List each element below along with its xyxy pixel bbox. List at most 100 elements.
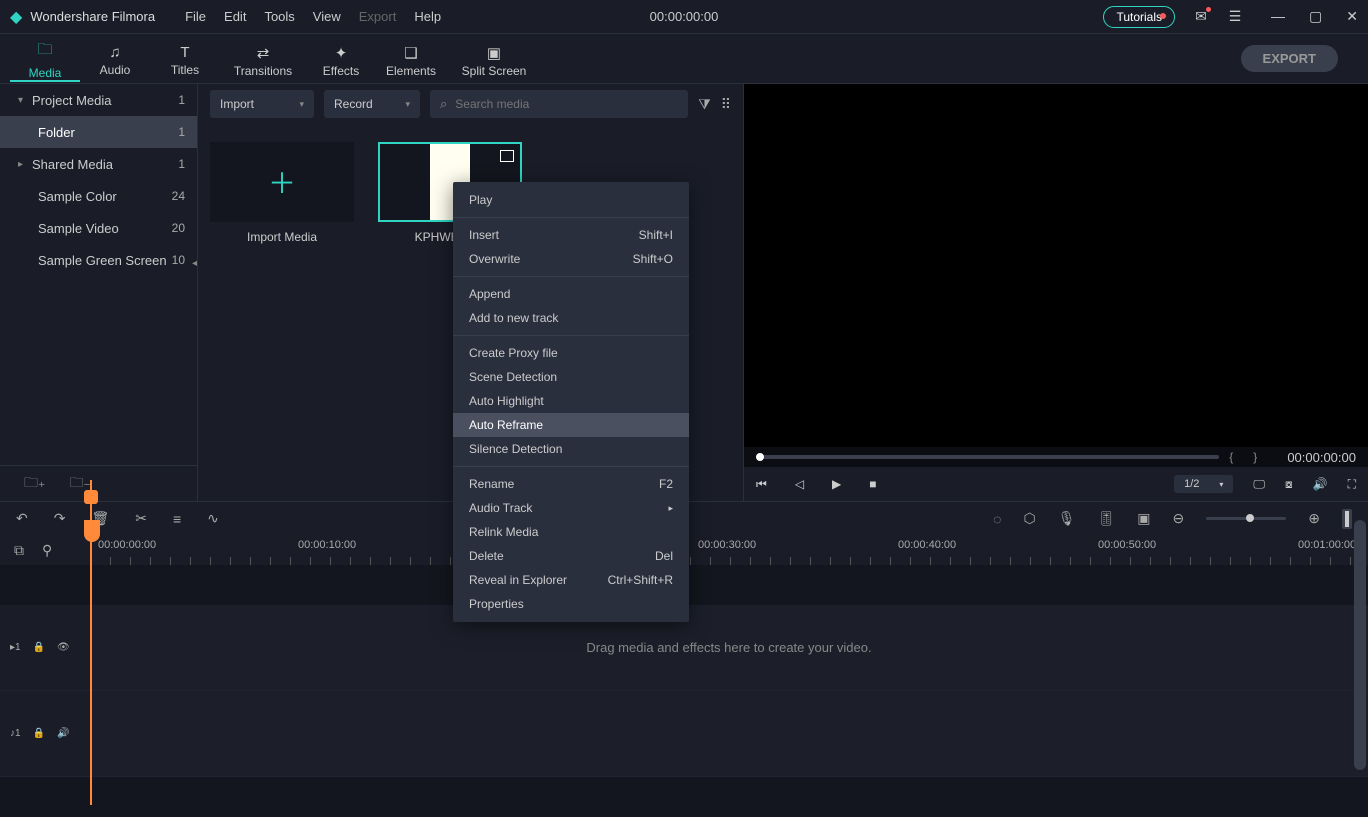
eye-icon[interactable]: 👁 xyxy=(57,642,70,653)
speaker-icon[interactable]: 🔊 xyxy=(57,728,69,739)
preview-panel: {} 00:00:00:00 ⏮ ◁ ▶ ■ 1/2▾ 🖵 ⧇ 🔊 ⛶ xyxy=(744,84,1368,501)
undo-icon[interactable]: ↶ xyxy=(16,510,28,527)
ctx-insert[interactable]: InsertShift+I xyxy=(453,223,689,247)
zoom-in-icon[interactable]: ⊕ xyxy=(1308,510,1320,527)
ctx-delete[interactable]: DeleteDel xyxy=(453,544,689,568)
menu-view[interactable]: View xyxy=(313,9,341,24)
ctx-auto-highlight[interactable]: Auto Highlight xyxy=(453,389,689,413)
tab-elements[interactable]: ❑Elements xyxy=(376,40,446,78)
ctx-overwrite[interactable]: OverwriteShift+O xyxy=(453,247,689,271)
sidebar-collapse-icon[interactable]: ◂ xyxy=(192,258,197,269)
redo-icon[interactable]: ↷ xyxy=(54,510,66,527)
fullscreen-icon[interactable]: ⛶ xyxy=(1348,477,1356,492)
ctx-create-proxy-file[interactable]: Create Proxy file xyxy=(453,341,689,365)
ctx-properties[interactable]: Properties xyxy=(453,592,689,616)
cut-icon[interactable]: ✂ xyxy=(135,510,147,527)
maximize-button[interactable]: ▢ xyxy=(1309,8,1322,25)
ctx-reveal-in-explorer[interactable]: Reveal in ExplorerCtrl+Shift+R xyxy=(453,568,689,592)
lock-icon[interactable]: 🔒 xyxy=(33,642,45,653)
tab-effects[interactable]: ✦Effects xyxy=(306,40,376,78)
tab-media[interactable]: 🗀Media xyxy=(10,35,80,82)
ctx-auto-reframe[interactable]: Auto Reframe xyxy=(453,413,689,437)
lock-icon[interactable]: 🔒 xyxy=(33,728,45,739)
plus-icon: ＋ xyxy=(268,162,296,202)
play-icon[interactable]: ▶ xyxy=(832,477,841,492)
tab-transitions[interactable]: ⇄Transitions xyxy=(220,40,306,78)
ctx-add-to-new-track[interactable]: Add to new track xyxy=(453,306,689,330)
video-track-body[interactable]: Drag media and effects here to create yo… xyxy=(90,605,1368,690)
import-media-label: Import Media xyxy=(247,230,317,244)
magnet-icon[interactable]: ⚲ xyxy=(42,542,52,559)
tabs-row: 🗀Media ♫Audio TTitles ⇄Transitions ✦Effe… xyxy=(0,34,1368,84)
app-logo-icon: ◆ xyxy=(10,7,22,27)
zoom-slider[interactable] xyxy=(1206,517,1286,520)
search-icon: ⌕ xyxy=(440,96,447,112)
volume-icon[interactable]: 🔊 xyxy=(1313,477,1328,491)
tab-audio[interactable]: ♫Audio xyxy=(80,40,150,77)
timeline-ruler[interactable]: 00:00:00:00 00:00:10:00 00:00:30:00 00:0… xyxy=(90,535,1368,565)
search-box[interactable]: ⌕ xyxy=(430,90,688,118)
menu-tools[interactable]: Tools xyxy=(264,9,294,24)
mic-icon[interactable]: 🎙 xyxy=(1058,510,1076,527)
app-title: Wondershare Filmora xyxy=(30,9,155,24)
list-icon[interactable]: ☰ xyxy=(1227,9,1243,25)
render-icon[interactable]: ◌ xyxy=(993,511,1001,527)
close-button[interactable]: ✕ xyxy=(1346,8,1358,25)
ctx-scene-detection[interactable]: Scene Detection xyxy=(453,365,689,389)
text-icon: T xyxy=(180,44,189,61)
zoom-out-icon[interactable]: ⊖ xyxy=(1173,510,1185,527)
menu-help[interactable]: Help xyxy=(414,9,441,24)
title-bar: ◆ Wondershare Filmora File Edit Tools Vi… xyxy=(0,0,1368,34)
grid-view-icon[interactable]: ⠿ xyxy=(721,96,731,113)
new-folder-icon[interactable]: 🗀₊ xyxy=(24,472,45,496)
record-dropdown[interactable]: Record▾ xyxy=(324,90,420,118)
zoom-fit-icon[interactable] xyxy=(1342,509,1352,529)
export-button[interactable]: EXPORT xyxy=(1241,45,1338,72)
playhead-handle[interactable] xyxy=(84,490,98,504)
sidebar-item-project-media[interactable]: ▾Project Media1 xyxy=(0,84,197,116)
mixer-icon[interactable]: 🎚 xyxy=(1098,510,1116,527)
track-add-icon[interactable]: ⧉ xyxy=(14,542,24,559)
snapshot-icon[interactable]: ⧇ xyxy=(1285,477,1293,492)
preview-scrubber[interactable] xyxy=(756,455,1219,459)
search-input[interactable] xyxy=(455,97,678,111)
audio-track-label: ♪1 xyxy=(10,728,21,739)
audio-track-body[interactable] xyxy=(90,691,1368,776)
sidebar-item-sample-green-screen[interactable]: Sample Green Screen10 xyxy=(0,244,197,276)
step-back-icon[interactable]: ◁ xyxy=(795,477,804,492)
music-icon: ♫ xyxy=(109,44,120,61)
sidebar-item-sample-video[interactable]: Sample Video20 xyxy=(0,212,197,244)
ctx-audio-track[interactable]: Audio Track▸ xyxy=(453,496,689,520)
tab-titles[interactable]: TTitles xyxy=(150,40,220,77)
ctx-relink-media[interactable]: Relink Media xyxy=(453,520,689,544)
stop-icon[interactable]: ■ xyxy=(869,477,876,492)
monitor-icon[interactable]: 🖵 xyxy=(1253,477,1265,492)
waveform-icon[interactable]: ∿ xyxy=(207,510,219,527)
marker-icon[interactable]: ⬡ xyxy=(1024,510,1036,527)
filter-icon[interactable]: ⧩ xyxy=(698,96,711,113)
import-media-card[interactable]: ＋ Import Media xyxy=(210,142,354,244)
ctx-rename[interactable]: RenameF2 xyxy=(453,472,689,496)
tab-split-screen[interactable]: ▣Split Screen xyxy=(446,40,542,78)
ctx-silence-detection[interactable]: Silence Detection xyxy=(453,437,689,461)
sidebar-item-sample-color[interactable]: Sample Color24 xyxy=(0,180,197,212)
sliders-icon[interactable]: ≡ xyxy=(173,511,181,527)
menu-file[interactable]: File xyxy=(185,9,206,24)
mail-icon[interactable]: ✉ xyxy=(1193,9,1209,25)
tutorials-button[interactable]: Tutorials xyxy=(1103,6,1175,28)
menu-edit[interactable]: Edit xyxy=(224,9,246,24)
ctx-play[interactable]: Play xyxy=(453,188,689,212)
sidebar-item-shared-media[interactable]: ▸Shared Media1 xyxy=(0,148,197,180)
audio-track[interactable]: ♪1 🔒 🔊 xyxy=(0,691,1368,777)
preview-scale-dropdown[interactable]: 1/2▾ xyxy=(1174,475,1233,493)
preview-canvas[interactable] xyxy=(744,84,1368,447)
sidebar-item-folder[interactable]: Folder1 xyxy=(0,116,197,148)
prev-frame-icon[interactable]: ⏮ xyxy=(756,477,767,492)
vertical-scrollbar[interactable] xyxy=(1354,520,1366,770)
elements-icon: ❑ xyxy=(404,44,417,62)
menu-export[interactable]: Export xyxy=(359,9,397,24)
import-dropdown[interactable]: Import▾ xyxy=(210,90,314,118)
minimize-button[interactable]: — xyxy=(1271,8,1285,25)
crop-icon[interactable]: ▣ xyxy=(1137,510,1150,527)
ctx-append[interactable]: Append xyxy=(453,282,689,306)
